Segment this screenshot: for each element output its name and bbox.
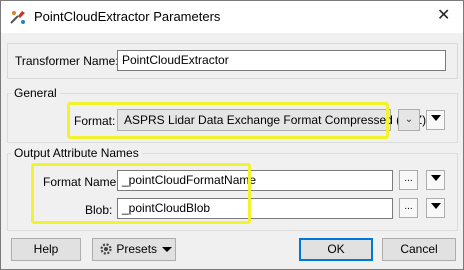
fme-transformer-icon xyxy=(10,11,25,24)
ok-button[interactable]: OK xyxy=(299,238,373,261)
output-attribute-legend: Output Attribute Names xyxy=(11,146,142,160)
format-name-menu-button[interactable] xyxy=(426,170,445,190)
general-legend: General xyxy=(11,86,60,100)
transformer-name-label: Transformer Name: xyxy=(15,54,119,68)
triangle-down-icon xyxy=(162,247,173,253)
format-name-input[interactable]: _pointCloudFormatName xyxy=(117,170,393,191)
title-bar: PointCloudExtractor Parameters ✕ xyxy=(1,1,463,33)
transformer-name-input[interactable]: PointCloudExtractor xyxy=(117,50,446,71)
output-attribute-group xyxy=(7,153,458,231)
dialog-window: PointCloudExtractor Parameters ✕ Transfo… xyxy=(0,0,464,270)
window-title: PointCloudExtractor Parameters xyxy=(34,9,221,24)
triangle-down-icon xyxy=(430,175,441,182)
cancel-button[interactable]: Cancel xyxy=(382,238,456,261)
help-button[interactable]: Help xyxy=(11,238,81,261)
format-menu-button[interactable] xyxy=(426,110,445,130)
format-label: Format: xyxy=(74,114,116,128)
blob-ellipsis-button[interactable]: ... xyxy=(399,198,418,218)
format-name-ellipsis-button[interactable]: ... xyxy=(399,170,418,190)
presets-label: Presets xyxy=(116,242,158,256)
blob-menu-button[interactable] xyxy=(426,198,445,218)
blob-input[interactable]: _pointCloudBlob xyxy=(117,198,393,219)
chevron-down-icon[interactable]: ⌄ xyxy=(398,109,420,131)
triangle-down-icon xyxy=(430,203,441,210)
presets-button[interactable]: Presets xyxy=(92,238,176,261)
triangle-down-icon xyxy=(430,115,441,122)
blob-label: Blob: xyxy=(85,203,113,217)
close-icon[interactable]: ✕ xyxy=(437,5,450,25)
format-name-label: Format Name: xyxy=(43,175,120,189)
gear-icon xyxy=(100,243,112,255)
format-select[interactable]: ASPRS Lidar Data Exchange Format Compres… xyxy=(117,109,426,131)
